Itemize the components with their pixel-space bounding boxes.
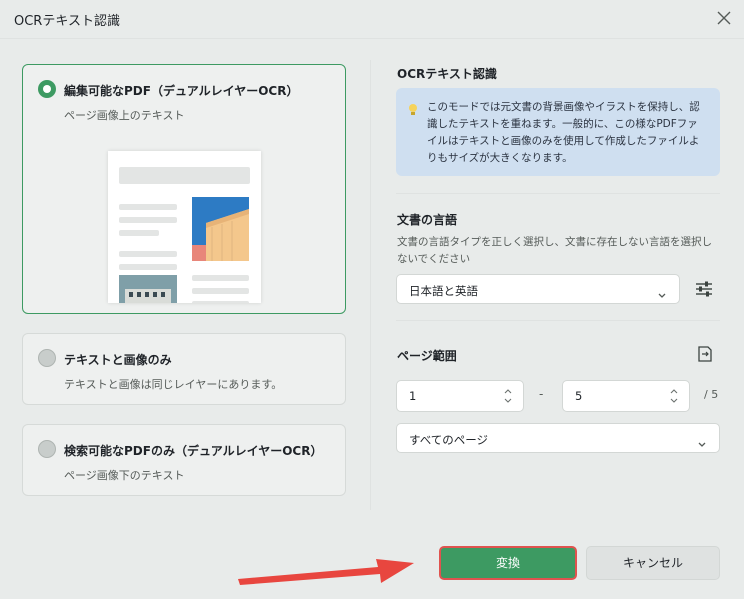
- mode-subtitle: ページ画像上のテキスト: [64, 109, 185, 122]
- title-divider: [0, 38, 744, 39]
- section-divider: [396, 193, 720, 194]
- language-description: 文書の言語タイプを正しく選択し、文書に存在しない言語を選択しないでください: [397, 236, 712, 265]
- mode-option-text-and-image[interactable]: テキストと画像のみ テキストと画像は同じレイヤーにあります。: [22, 333, 346, 405]
- page-range-label: ページ範囲: [397, 349, 457, 363]
- page-from-value: 1: [409, 389, 417, 403]
- page-scope-value: すべてのページ: [409, 433, 489, 447]
- spinner-arrows-icon[interactable]: [503, 385, 513, 407]
- mode-subtitle: ページ画像下のテキスト: [64, 469, 185, 482]
- dialog-titlebar: OCRテキスト認識: [0, 0, 744, 38]
- range-separator: -: [539, 387, 544, 401]
- chevron-down-icon: [657, 285, 667, 304]
- language-select[interactable]: 日本語と英語: [396, 274, 680, 304]
- chevron-down-icon: [697, 434, 707, 453]
- dialog-title: OCRテキスト認識: [14, 14, 120, 29]
- cancel-button[interactable]: キャンセル: [586, 546, 720, 580]
- language-selected-value: 日本語と英語: [409, 284, 478, 298]
- page-total: / 5: [704, 388, 719, 401]
- mode-option-editable-pdf[interactable]: 編集可能なPDF（デュアルレイヤーOCR） ページ画像上のテキスト: [22, 64, 346, 314]
- convert-button[interactable]: 変換: [439, 546, 577, 580]
- radio-button[interactable]: [38, 440, 56, 458]
- mode-option-searchable-pdf[interactable]: 検索可能なPDFのみ（デュアルレイヤーOCR） ページ画像下のテキスト: [22, 424, 346, 496]
- mode-title: 検索可能なPDFのみ（デュアルレイヤーOCR）: [64, 444, 323, 458]
- language-settings-icon[interactable]: [694, 279, 714, 303]
- mode-title: テキストと画像のみ: [64, 353, 172, 367]
- info-text: このモードでは元文書の背景画像やイラストを保持し、認識したテキストを重ねます。一…: [427, 101, 700, 164]
- info-box: このモードでは元文書の背景画像やイラストを保持し、認識したテキストを重ねます。一…: [396, 88, 720, 176]
- radio-button[interactable]: [38, 349, 56, 367]
- page-range-icon[interactable]: [695, 344, 715, 368]
- lightbulb-icon: [407, 102, 419, 121]
- photo-image-icon: [119, 275, 177, 303]
- document-preview-illustration: [108, 151, 261, 303]
- spinner-arrows-icon[interactable]: [669, 385, 679, 407]
- radio-button-selected[interactable]: [38, 80, 56, 98]
- page-scope-select[interactable]: すべてのページ: [396, 423, 720, 453]
- page-from-input[interactable]: 1: [396, 380, 524, 412]
- mode-subtitle: テキストと画像は同じレイヤーにあります。: [64, 378, 283, 391]
- close-icon[interactable]: [714, 8, 734, 28]
- panel-divider: [370, 60, 371, 510]
- page-to-value: 5: [575, 389, 583, 403]
- ocr-section-label: OCRテキスト認識: [397, 67, 497, 81]
- building-image-icon: [192, 197, 249, 261]
- page-to-input[interactable]: 5: [562, 380, 690, 412]
- section-divider: [396, 320, 720, 321]
- mode-title: 編集可能なPDF（デュアルレイヤーOCR）: [64, 84, 299, 98]
- language-label: 文書の言語: [397, 213, 458, 227]
